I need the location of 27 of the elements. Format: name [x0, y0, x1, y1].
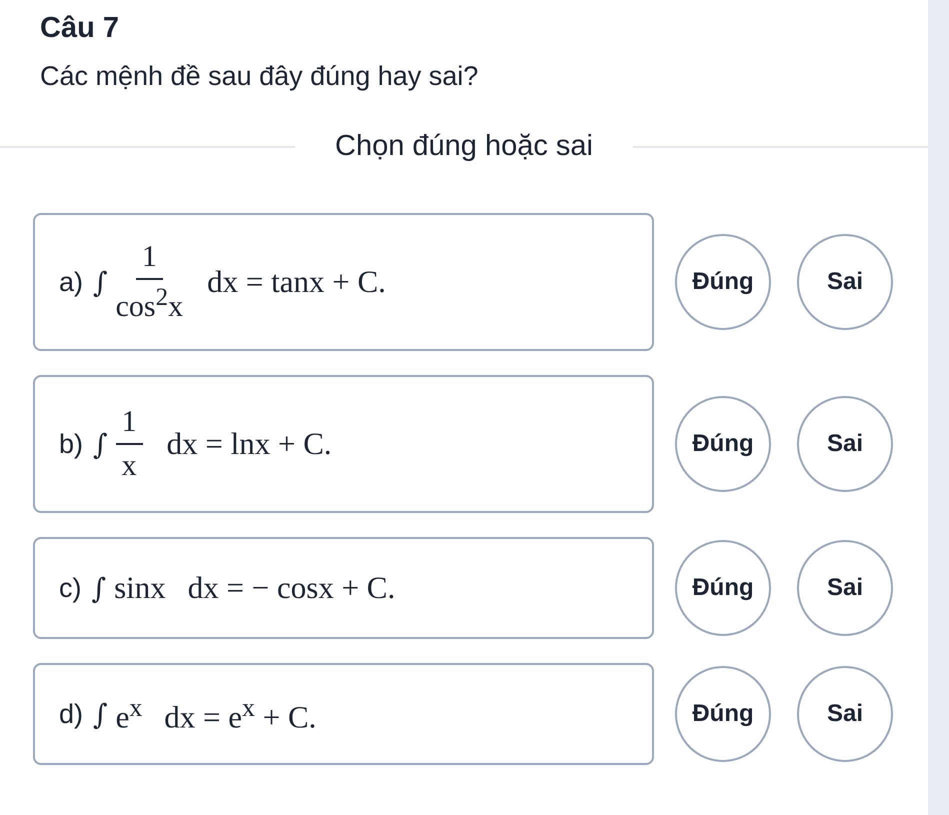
formula-text: dx = tanx + C. — [207, 264, 386, 300]
formula-text: dx = − cosx + C. — [188, 570, 396, 606]
integrand: sinx — [114, 570, 166, 606]
answer-option[interactable]: Sai — [797, 234, 893, 330]
answer-option[interactable]: Đúng — [675, 234, 771, 330]
answer-option[interactable]: Đúng — [675, 666, 771, 762]
question-text: Các mệnh đề sau đây đúng hay sai? — [40, 61, 480, 92]
statement-label: d) — [59, 698, 84, 730]
answer-option[interactable]: Sai — [797, 666, 893, 762]
statement-label: c) — [59, 572, 82, 604]
integral-sign: ∫ — [92, 572, 106, 604]
formula-text: dx = e$^{x}$ + C. — [164, 692, 316, 736]
section-heading: Chọn đúng hoặc sai — [335, 130, 593, 163]
question-title: Câu 7 — [40, 12, 120, 45]
fraction: 1 x — [116, 405, 143, 483]
answer-option[interactable]: Đúng — [675, 540, 771, 636]
answer-option[interactable]: Sai — [797, 540, 893, 636]
answer-option[interactable]: Sai — [797, 396, 893, 492]
integral-sign: ∫ — [93, 428, 108, 460]
answer-option[interactable]: Đúng — [675, 396, 771, 492]
integral-sign: ∫ — [93, 698, 108, 730]
formula-text: dx = lnx + C. — [166, 426, 332, 462]
statement-label: a) — [59, 266, 84, 298]
statement-label: b) — [59, 428, 84, 460]
integral-sign: ∫ — [93, 266, 108, 298]
integrand: e$^{x}$ — [116, 692, 142, 736]
fraction: 1 cos$^{2}$x — [116, 240, 184, 324]
